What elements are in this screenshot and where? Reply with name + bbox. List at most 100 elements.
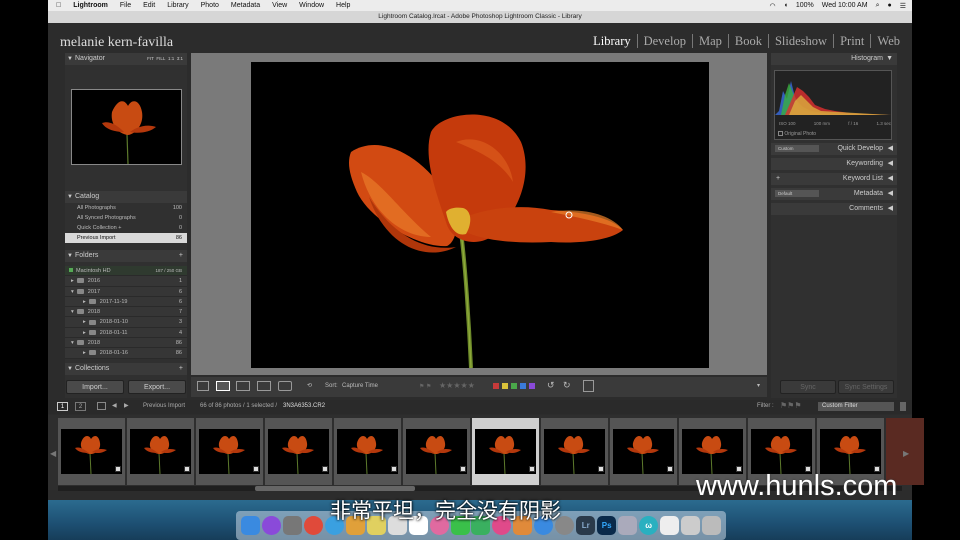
back-arrow-icon[interactable]: ◀ — [112, 402, 117, 409]
metadata-header[interactable]: Default Metadata ◀ — [771, 188, 897, 200]
toolbar-menu-icon[interactable]: ▾ — [757, 382, 760, 389]
color-label-yellow[interactable] — [502, 383, 508, 389]
edited-badge-icon[interactable] — [115, 466, 121, 472]
finder-icon[interactable] — [240, 516, 260, 535]
disclosure-icon[interactable]: ▸ — [83, 330, 86, 336]
color-label-blue[interactable] — [520, 383, 526, 389]
user-icon[interactable]: ● — [887, 2, 891, 9]
zoom-fill[interactable]: FILL — [156, 56, 165, 61]
grid-view-icon[interactable] — [197, 381, 209, 391]
menu-metadata[interactable]: Metadata — [231, 2, 260, 9]
menu-edit[interactable]: Edit — [143, 2, 155, 9]
catalog-item-all-synced[interactable]: All Synced Photographs 0 — [65, 213, 187, 223]
color-label-red[interactable] — [493, 383, 499, 389]
filmstrip-thumbnail[interactable] — [127, 418, 194, 485]
keywording-header[interactable]: Keywording ◀ — [771, 158, 897, 170]
volume-icon[interactable]: ◖ — [784, 2, 788, 9]
edited-badge-icon[interactable] — [598, 466, 604, 472]
trash-icon[interactable] — [701, 516, 721, 535]
module-print[interactable]: Print — [834, 34, 872, 48]
filter-lock-icon[interactable] — [900, 402, 906, 411]
add-collection-icon[interactable]: + — [179, 363, 183, 375]
module-book[interactable]: Book — [729, 34, 769, 48]
filmstrip-thumbnail[interactable] — [541, 418, 608, 485]
filmstrip-thumbnail[interactable] — [334, 418, 401, 485]
catalog-item-all-photographs[interactable]: All Photographs 100 — [65, 203, 187, 213]
color-label-purple[interactable] — [529, 383, 535, 389]
menu-help[interactable]: Help — [336, 2, 350, 9]
module-develop[interactable]: Develop — [638, 34, 693, 48]
catalog-item-quick-collection[interactable]: Quick Collection + 0 — [65, 223, 187, 233]
disclosure-icon[interactable]: ▾ — [71, 309, 74, 315]
second-window-button[interactable]: 2 — [75, 402, 86, 411]
rocket-icon[interactable] — [618, 516, 638, 535]
edited-badge-icon[interactable] — [322, 466, 328, 472]
filmstrip-thumbnail[interactable] — [265, 418, 332, 485]
photoshop-icon[interactable]: Ps — [597, 516, 617, 535]
folder-2018-01-11[interactable]: ▸ 2018-01-11 4 — [65, 327, 187, 339]
filter-select[interactable]: Custom Filter — [818, 402, 894, 411]
edited-badge-icon[interactable] — [391, 466, 397, 472]
filmstrip-thumbnail[interactable] — [610, 418, 677, 485]
folder-2018-b[interactable]: ▾ 2018 86 — [65, 338, 187, 349]
checkbox-icon[interactable] — [778, 131, 783, 137]
source-label[interactable]: Previous Import — [143, 403, 185, 409]
disclosure-icon[interactable]: ▸ — [83, 299, 86, 305]
battery-percent[interactable]: 100% — [796, 2, 814, 9]
forward-arrow-icon[interactable]: ▶ — [124, 402, 129, 409]
comments-header[interactable]: Comments ◀ — [771, 203, 897, 215]
zoom-1-1[interactable]: 1:1 — [168, 56, 174, 61]
apple-icon[interactable]:  — [56, 2, 61, 9]
menu-library[interactable]: Library — [167, 2, 188, 9]
compare-view-icon[interactable] — [236, 381, 250, 391]
folder-2016[interactable]: ▸ 2016 1 — [65, 276, 187, 287]
rotate-left-icon[interactable]: ↺ — [547, 380, 555, 391]
edited-badge-icon[interactable] — [529, 466, 535, 472]
module-library[interactable]: Library — [587, 34, 638, 48]
add-folder-icon[interactable]: + — [179, 250, 183, 262]
siri-icon[interactable] — [261, 516, 281, 535]
main-photo[interactable] — [251, 62, 709, 369]
main-window-button[interactable]: 1 — [57, 402, 68, 411]
original-photo-check[interactable]: Original Photo — [778, 131, 816, 137]
keyword-list-header[interactable]: + Keyword List ◀ — [771, 173, 897, 185]
chrome-icon[interactable] — [303, 516, 323, 535]
filmstrip-thumbnail[interactable] — [196, 418, 263, 485]
menu-view[interactable]: View — [272, 2, 287, 9]
folder-2018-01-16[interactable]: ▸ 2018-01-16 86 — [65, 348, 187, 359]
navigator-preview[interactable] — [71, 89, 182, 165]
edited-badge-icon[interactable] — [184, 466, 190, 472]
filmstrip-right-arrow[interactable]: ▶ — [903, 449, 909, 458]
export-button[interactable]: Export... — [128, 380, 186, 394]
histogram-header[interactable]: Histogram ▼ — [771, 53, 897, 65]
wifi-icon[interactable]: ◠ — [770, 2, 776, 10]
module-web[interactable]: Web — [871, 34, 906, 48]
folder-2018[interactable]: ▾ 2018 7 — [65, 307, 187, 318]
sort-value[interactable]: Capture Time — [342, 383, 378, 389]
zoom-options[interactable]: FIT FILL 1:1 3:1 — [147, 53, 183, 65]
filmstrip-left-arrow[interactable]: ◀ — [50, 449, 56, 458]
menu-window[interactable]: Window — [299, 2, 324, 9]
selected-filename[interactable]: 3N3A6353.CR2 — [283, 403, 325, 409]
disclosure-icon[interactable]: ▸ — [83, 319, 86, 325]
menu-photo[interactable]: Photo — [201, 2, 219, 9]
grid-mode-icon[interactable] — [97, 402, 106, 410]
filmstrip-thumbnail[interactable] — [403, 418, 470, 485]
info-overlay-icon[interactable] — [583, 380, 594, 392]
folder-2017[interactable]: ▾ 2017 6 — [65, 286, 187, 297]
loupe-view-icon[interactable] — [216, 381, 230, 391]
filmstrip-thumbnail-selected[interactable] — [472, 418, 539, 485]
catalog-item-previous-import[interactable]: Previous Import 86 — [65, 233, 187, 243]
folders-header[interactable]: ▼ Folders + — [65, 250, 187, 262]
rotate-right-icon[interactable]: ↻ — [563, 380, 571, 391]
folder-2017-11-19[interactable]: ▸ 2017-11-19 6 — [65, 296, 187, 308]
module-slideshow[interactable]: Slideshow — [769, 34, 835, 48]
volume-macintosh-hd[interactable]: Macintosh HD 187 / 250 GB — [65, 266, 187, 277]
spray-can-icon[interactable]: ⟲ — [307, 382, 312, 389]
rating-stars[interactable]: ★★★★★ — [439, 381, 475, 390]
filter-flags-icon[interactable]: ⚑⚑⚑ — [780, 401, 802, 410]
people-view-icon[interactable] — [278, 381, 292, 391]
color-label-green[interactable] — [511, 383, 517, 389]
filmstrip-thumbnail[interactable] — [58, 418, 125, 485]
catalog-header[interactable]: ▼ Catalog — [65, 191, 187, 203]
